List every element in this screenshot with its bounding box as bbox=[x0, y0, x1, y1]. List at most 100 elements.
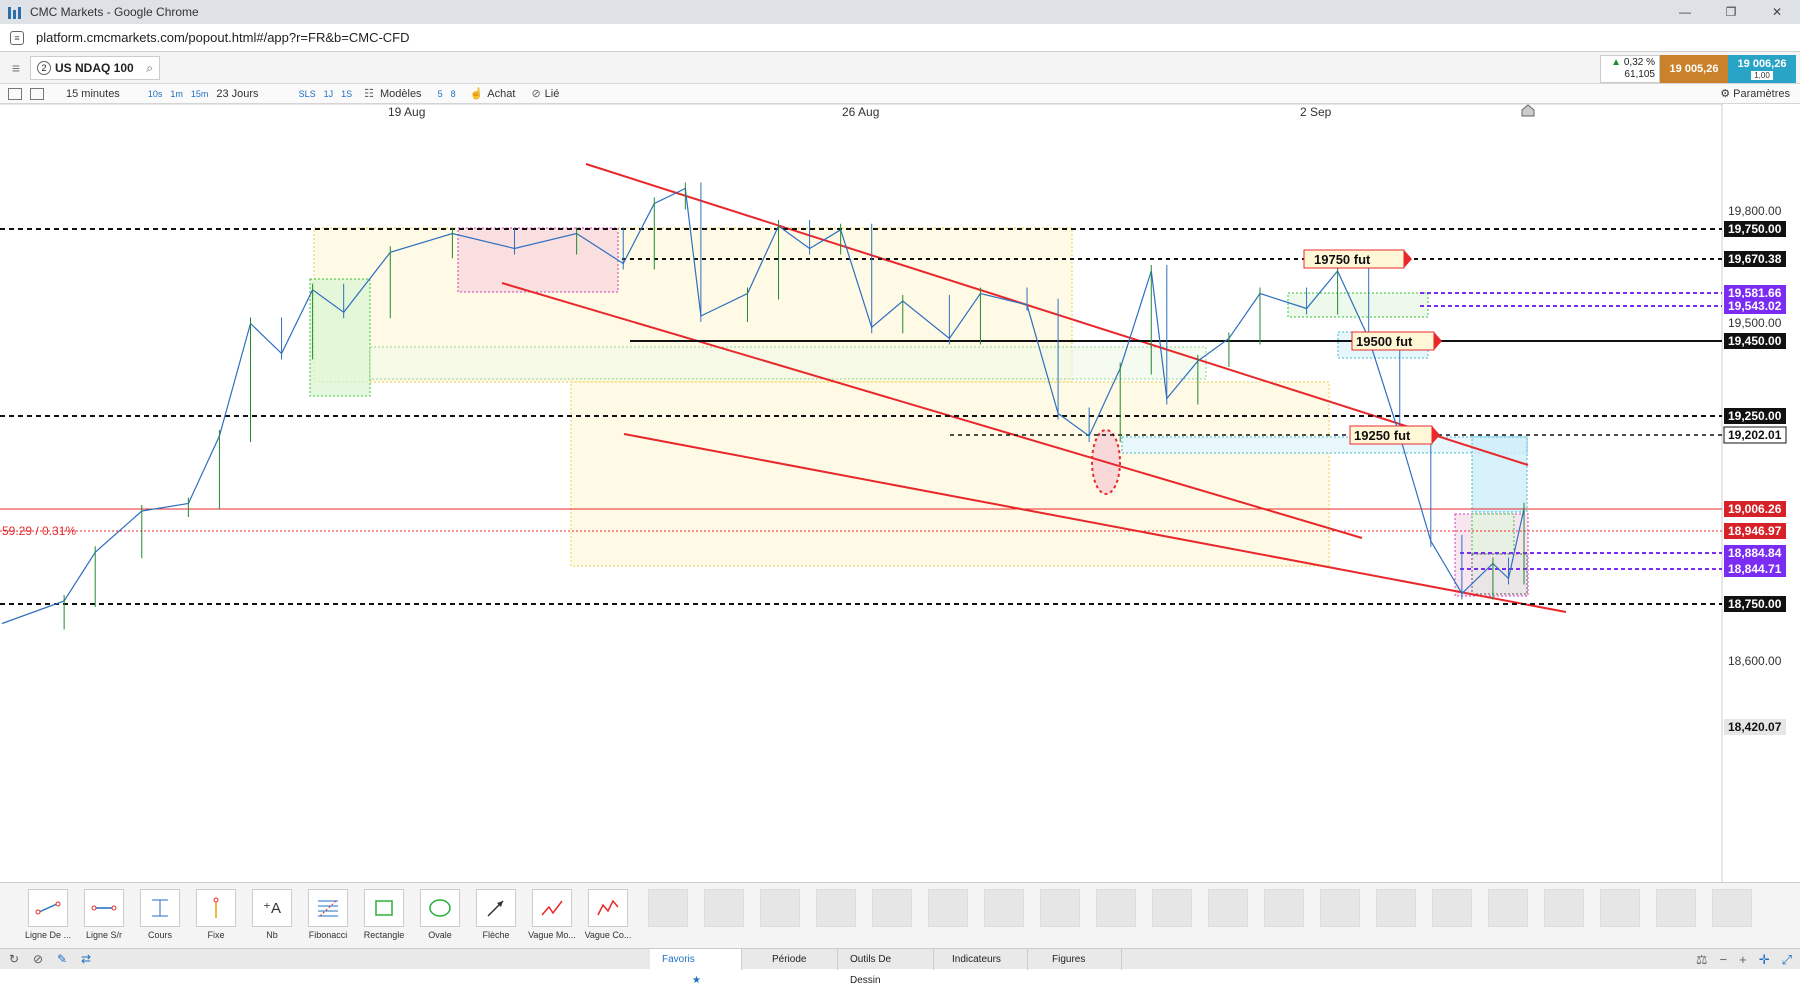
range-sls[interactable]: SLS bbox=[299, 89, 316, 99]
range-1j[interactable]: 1J bbox=[324, 89, 334, 99]
pencil-icon[interactable]: ✎ bbox=[52, 952, 72, 966]
empty-tool-slot[interactable] bbox=[704, 889, 744, 927]
annotation-19250[interactable]: 19250 fut bbox=[1349, 425, 1440, 445]
empty-tool-slot[interactable] bbox=[1712, 889, 1752, 927]
cursor-icon[interactable]: ⇄ bbox=[76, 952, 96, 966]
tab-indicators[interactable]: Indicateurs bbox=[934, 949, 1028, 970]
address-bar: ≡ platform.cmcmarkets.com/popout.html#/a… bbox=[0, 24, 1800, 52]
link-toggle[interactable]: Lié bbox=[545, 88, 560, 100]
crosshair-icon[interactable]: ✛ bbox=[1759, 952, 1770, 968]
empty-tool-slot[interactable] bbox=[1544, 889, 1584, 927]
minimize-button[interactable]: — bbox=[1662, 0, 1708, 24]
tool-wave-corrective[interactable]: Vague Co... bbox=[582, 889, 634, 940]
annotation-19500-text: 19500 fut bbox=[1356, 334, 1413, 349]
empty-tool-slot[interactable] bbox=[1376, 889, 1416, 927]
url-text[interactable]: platform.cmcmarkets.com/popout.html#/app… bbox=[36, 30, 410, 45]
zoom-out-icon[interactable]: − bbox=[1720, 952, 1728, 967]
interval-15m[interactable]: 15m bbox=[191, 89, 209, 99]
green-zone-box bbox=[309, 278, 371, 397]
tool-fibonacci[interactable]: Fibonacci bbox=[302, 889, 354, 940]
tab-period[interactable]: Période bbox=[742, 949, 838, 970]
empty-tool-slot[interactable] bbox=[1264, 889, 1304, 927]
empty-tool-slot[interactable] bbox=[760, 889, 800, 927]
range-select[interactable]: 23 Jours bbox=[216, 88, 258, 100]
tool-sr-line[interactable]: Ligne S/r bbox=[78, 889, 130, 940]
tool-fixed[interactable]: Fixe bbox=[190, 889, 242, 940]
empty-tool-slot[interactable] bbox=[872, 889, 912, 927]
tab-favorites-label: Favoris bbox=[662, 954, 695, 965]
tool-wave-motive[interactable]: Vague Mo... bbox=[526, 889, 578, 940]
interval-1m[interactable]: 1m bbox=[170, 89, 183, 99]
empty-tool-slot[interactable] bbox=[1488, 889, 1528, 927]
y-marker-label: 18,420.07 bbox=[1728, 720, 1782, 734]
tool-text[interactable]: ⁺A Nb bbox=[246, 889, 298, 940]
annotation-19750[interactable]: 19750 fut bbox=[1303, 249, 1412, 269]
y-marker-label: 19,581.66 bbox=[1728, 286, 1782, 300]
empty-tool-slot[interactable] bbox=[1040, 889, 1080, 927]
instrument-name: US NDAQ 100 bbox=[55, 61, 134, 75]
restore-button[interactable]: ❐ bbox=[1708, 0, 1754, 24]
change-percent: 0,32 % bbox=[1623, 57, 1655, 68]
drawing-panel: Ligne De ... Ligne S/r Cours Fixe ⁺A Nb F… bbox=[0, 882, 1800, 986]
settings-button[interactable]: ⚙ Paramètres bbox=[1720, 84, 1790, 104]
menu-icon[interactable]: ≡ bbox=[6, 58, 26, 78]
buy-toggle[interactable]: Achat bbox=[487, 88, 515, 100]
green-band bbox=[369, 346, 1207, 380]
tab-drawing-tools[interactable]: Outils De Dessin bbox=[838, 949, 934, 986]
annotation-19500[interactable]: 19500 fut bbox=[1351, 331, 1442, 351]
y-marker-label: 18,844.71 bbox=[1728, 562, 1782, 576]
range-1s[interactable]: 1S bbox=[341, 89, 352, 99]
gear-icon: ⚙ bbox=[1720, 88, 1731, 100]
tool-trend-line[interactable]: Ligne De ... bbox=[22, 889, 74, 940]
price-chart[interactable]: 19750 fut 19500 fut 19250 fut 59.29 / 0.… bbox=[0, 104, 1800, 882]
templates-button[interactable]: Modèles bbox=[380, 88, 422, 100]
option-8[interactable]: 8 bbox=[451, 89, 456, 99]
empty-tool-slot[interactable] bbox=[1096, 889, 1136, 927]
wave-corrective-icon bbox=[588, 889, 628, 927]
y-marker-label: 19,250.00 bbox=[1728, 409, 1782, 423]
tool-label: Cours bbox=[147, 930, 172, 940]
layout-grid-icon[interactable] bbox=[30, 87, 44, 100]
price-change: ▲ 0,32 % 61,105 bbox=[1600, 55, 1660, 83]
consolidation-box-pink bbox=[457, 227, 619, 293]
search-icon[interactable]: ⌕ bbox=[146, 61, 153, 76]
tab-favorites[interactable]: Favoris ★ bbox=[650, 949, 742, 986]
demand-zone bbox=[570, 381, 1330, 567]
interval-10s[interactable]: 10s bbox=[148, 89, 163, 99]
instrument-selector[interactable]: 2 US NDAQ 100 ⌕ bbox=[30, 56, 160, 80]
empty-tool-slot[interactable] bbox=[648, 889, 688, 927]
empty-tool-slot[interactable] bbox=[1600, 889, 1640, 927]
tab-figures[interactable]: Figures bbox=[1028, 949, 1122, 970]
tool-price[interactable]: Cours bbox=[134, 889, 186, 940]
instrument-badge: 2 bbox=[37, 61, 51, 75]
refresh-icon[interactable]: ↻ bbox=[4, 952, 24, 966]
interval-select[interactable]: 15 minutes bbox=[66, 88, 120, 100]
empty-tool-slot[interactable] bbox=[928, 889, 968, 927]
grey-box-low bbox=[1471, 553, 1528, 595]
empty-tool-slot[interactable] bbox=[1656, 889, 1696, 927]
buy-button[interactable]: 19 006,26 1,00 bbox=[1728, 55, 1796, 83]
scale-icon[interactable]: ⚖ bbox=[1696, 952, 1708, 968]
empty-tool-slot[interactable] bbox=[1432, 889, 1472, 927]
option-5[interactable]: 5 bbox=[438, 89, 443, 99]
empty-tool-slot[interactable] bbox=[984, 889, 1024, 927]
trend-line-icon bbox=[28, 889, 68, 927]
empty-tool-slot[interactable] bbox=[816, 889, 856, 927]
y-tick-19800: 19,800.00 bbox=[1728, 204, 1782, 218]
sell-button[interactable]: 19 005,26 bbox=[1660, 55, 1728, 83]
chart-list-icon[interactable] bbox=[8, 87, 22, 100]
fibonacci-icon bbox=[308, 889, 348, 927]
close-button[interactable]: ✕ bbox=[1754, 0, 1800, 24]
cancel-icon[interactable]: ⊘ bbox=[28, 952, 48, 966]
sr-line-icon bbox=[84, 889, 124, 927]
empty-tool-slot[interactable] bbox=[1152, 889, 1192, 927]
tool-rectangle[interactable]: Rectangle bbox=[358, 889, 410, 940]
fit-icon[interactable]: ⤢ bbox=[1782, 952, 1792, 968]
tool-label: Ligne S/r bbox=[85, 930, 123, 940]
tool-arrow[interactable]: Flèche bbox=[470, 889, 522, 940]
zoom-in-icon[interactable]: + bbox=[1739, 952, 1747, 967]
site-info-icon[interactable]: ≡ bbox=[10, 30, 24, 45]
empty-tool-slot[interactable] bbox=[1208, 889, 1248, 927]
tool-ellipse[interactable]: Ovale bbox=[414, 889, 466, 940]
empty-tool-slot[interactable] bbox=[1320, 889, 1360, 927]
